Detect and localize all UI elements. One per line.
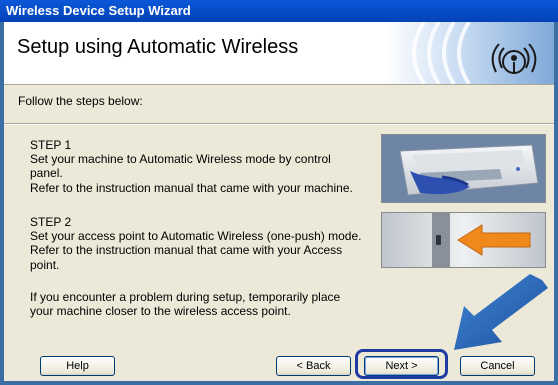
access-point-image: [381, 212, 546, 268]
title-bar[interactable]: Wireless Device Setup Wizard: [0, 0, 558, 22]
help-button[interactable]: Help: [40, 356, 115, 376]
wizard-header: Setup using Automatic Wireless: [4, 22, 554, 85]
wireless-logo-icon: [384, 22, 554, 84]
pointer-arrow-icon: [454, 274, 548, 350]
back-button[interactable]: < Back: [276, 356, 351, 376]
note-line: your machine closer to the wireless acce…: [30, 304, 291, 318]
step-1-line: panel.: [30, 166, 63, 180]
note-line: If you encounter a problem during setup,…: [30, 290, 341, 304]
step-1-line: Set your machine to Automatic Wireless m…: [30, 152, 331, 166]
wizard-window: Wireless Device Setup Wizard Setup using…: [0, 0, 558, 385]
step-1-line: Refer to the instruction manual that cam…: [30, 181, 353, 195]
step-2-line: point.: [30, 258, 60, 272]
cancel-button[interactable]: Cancel: [460, 356, 535, 376]
printer-icon: [382, 135, 545, 202]
next-button-highlight: [355, 349, 448, 379]
step-2-heading: STEP 2: [30, 215, 72, 229]
divider: [4, 123, 554, 125]
step-2-line: Set your access point to Automatic Wirel…: [30, 229, 362, 243]
step-2-line: Refer to the instruction manual that cam…: [30, 243, 343, 257]
intro-text: Follow the steps below:: [18, 94, 143, 108]
step-1-heading: STEP 1: [30, 138, 72, 152]
access-point-button-icon: [382, 213, 545, 267]
window-title: Wireless Device Setup Wizard: [6, 3, 191, 18]
machine-panel-image: [381, 134, 546, 203]
page-title: Setup using Automatic Wireless: [17, 36, 299, 58]
wizard-body: Setup using Automatic Wireless Follow th…: [4, 22, 554, 381]
button-row: Help < Back Next > Cancel: [4, 352, 554, 376]
